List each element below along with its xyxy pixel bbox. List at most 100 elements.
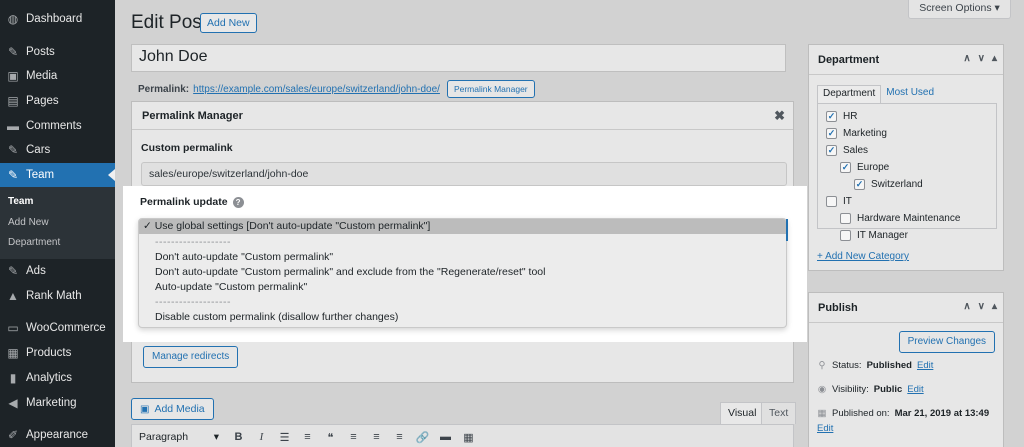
menu-label: Ads [26,265,46,277]
tab-most-used[interactable]: Most Used [881,85,939,103]
permalink-manager-button[interactable]: Permalink Manager [446,80,535,98]
menu-item-media[interactable]: ▣ Media [0,64,115,88]
align-right-icon[interactable]: ≡ [388,431,411,443]
dropdown-separator: ------------------- [155,296,231,308]
checkbox[interactable]: ✓ [854,179,865,190]
list-item[interactable]: IT [826,196,852,207]
close-icon[interactable]: ✖ [774,108,785,124]
add-new-button[interactable]: Add New [200,13,257,33]
checkbox[interactable]: ✓ [826,111,837,122]
dropdown-option[interactable]: Don't auto-update "Custom permalink" [155,251,333,263]
department-tabs: Department Most Used [817,85,939,103]
list-item[interactable]: ✓ HR [826,111,857,122]
menu-label: Media [26,70,58,82]
menu-label: Rank Math [26,290,82,302]
eye-icon: ◉ [817,384,827,395]
paintbrush-icon: ✐ [7,428,19,442]
submenu-item-add-new[interactable]: Add New [8,217,49,228]
permalink-update-dropdown[interactable]: ✓ Use global settings [Don't auto-update… [138,218,788,328]
visibility-row: ◉ Visibility: Public Edit [817,384,924,395]
dropdown-option[interactable]: Auto-update "Custom permalink" [155,281,307,293]
preview-changes-button[interactable]: Preview Changes [898,331,995,353]
checkbox[interactable] [840,213,851,224]
published-value: Mar 21, 2019 at 13:49 [894,408,990,419]
submenu-item-team[interactable]: Team [8,196,33,207]
chevron-up-icon[interactable]: ∧ [963,301,970,312]
rank-math-icon: ▲ [7,289,19,303]
menu-label: Posts [26,46,55,58]
collapse-icon[interactable]: ▴ [992,301,997,312]
menu-item-dashboard[interactable]: ◍ Dashboard [0,7,115,31]
custom-permalink-input[interactable]: sales/europe/switzerland/john-doe [141,162,787,186]
menu-item-marketing[interactable]: ◀ Marketing [0,391,115,415]
align-left-icon[interactable]: ≡ [342,431,365,443]
menu-item-appearance[interactable]: ✐ Appearance [0,423,115,447]
tab-visual[interactable]: Visual [720,402,765,424]
pin-icon: ✎ [7,168,19,182]
menu-item-rank-math[interactable]: ▲ Rank Math [0,284,115,308]
list-item[interactable]: ✓ Switzerland [854,179,923,190]
help-icon[interactable]: ? [232,196,244,208]
permalink-row: Permalink: https://example.com/sales/eur… [138,80,535,98]
checkbox[interactable] [840,230,851,241]
dropdown-option[interactable]: Disable custom permalink (disallow furth… [155,311,398,323]
pin-icon: ✎ [7,264,19,278]
list-item[interactable]: ✓ Marketing [826,128,887,139]
bold-icon[interactable]: B [227,431,250,443]
blockquote-icon[interactable]: ❝ [319,431,342,444]
italic-icon[interactable]: I [250,431,273,443]
edit-visibility-link[interactable]: Edit [907,384,923,395]
publish-box: Publish ∧ ∨ ▴ Preview Changes ⚲ Status: … [808,292,1004,447]
permalink-link[interactable]: https://example.com/sales/europe/switzer… [193,84,440,95]
list-item[interactable]: IT Manager [840,230,908,241]
list-item[interactable]: ✓ Sales [826,145,868,156]
numbered-list-icon[interactable]: ≡ [296,431,319,443]
products-icon: ▦ [7,346,19,360]
format-select[interactable]: Paragraph ▾ [139,429,219,446]
add-new-category-link[interactable]: + Add New Category [817,251,909,262]
more-icon[interactable]: ▬ [434,431,457,443]
toolbar-toggle-icon[interactable]: ▦ [457,431,480,444]
checkbox[interactable]: ✓ [826,145,837,156]
editor-toolbar: Paragraph ▾ B I ☰ ≡ ❝ ≡ ≡ ≡ 🔗 ▬ ▦ [131,424,794,447]
dropdown-option-selected[interactable]: ✓ Use global settings [Don't auto-update… [139,219,786,234]
menu-label: Analytics [26,372,73,384]
submenu-item-department[interactable]: Department [8,237,60,248]
menu-item-woocommerce[interactable]: ▭ WooCommerce [0,316,115,340]
menu-label: Comments [26,120,82,132]
menu-item-team[interactable]: ✎ Team [0,163,115,187]
pin-icon: ✎ [7,143,19,157]
post-title-input[interactable]: John Doe [131,44,786,72]
status-value: Published [866,360,912,371]
dropdown-option[interactable]: Don't auto-update "Custom permalink" and… [155,266,545,278]
menu-item-pages[interactable]: ▤ Pages [0,89,115,113]
menu-item-cars[interactable]: ✎ Cars [0,138,115,162]
permalink-update-label: Permalink update ? [140,196,244,208]
tab-text[interactable]: Text [761,402,797,424]
link-icon[interactable]: 🔗 [411,431,434,444]
add-media-button[interactable]: ▣ Add Media [131,398,214,420]
menu-item-products[interactable]: ▦ Products [0,341,115,365]
menu-item-comments[interactable]: ▬ Comments [0,114,115,138]
chevron-down-icon[interactable]: ∨ [978,53,985,64]
chevron-down-icon[interactable]: ∨ [978,301,985,312]
screen-options-button[interactable]: Screen Options ▾ [908,0,1011,19]
add-media-label: Add Media [154,403,205,415]
menu-item-analytics[interactable]: ▮ Analytics [0,366,115,390]
checkbox[interactable] [826,196,837,207]
checkbox[interactable]: ✓ [826,128,837,139]
bullet-list-icon[interactable]: ☰ [273,431,296,444]
admin-sidebar: ◍ Dashboard ✎ Posts ▣ Media ▤ Pages ▬ Comment… [0,0,115,447]
tab-department[interactable]: Department [817,85,882,103]
edit-date-link[interactable]: Edit [817,423,833,434]
list-item[interactable]: Hardware Maintenance [840,213,960,224]
list-item[interactable]: ✓ Europe [840,162,889,173]
edit-status-link[interactable]: Edit [917,360,933,371]
chevron-up-icon[interactable]: ∧ [963,53,970,64]
menu-item-ads[interactable]: ✎ Ads [0,259,115,283]
menu-item-posts[interactable]: ✎ Posts [0,40,115,64]
align-center-icon[interactable]: ≡ [365,431,388,443]
manage-redirects-button[interactable]: Manage redirects [143,346,239,368]
checkbox[interactable]: ✓ [840,162,851,173]
collapse-icon[interactable]: ▴ [992,53,997,64]
